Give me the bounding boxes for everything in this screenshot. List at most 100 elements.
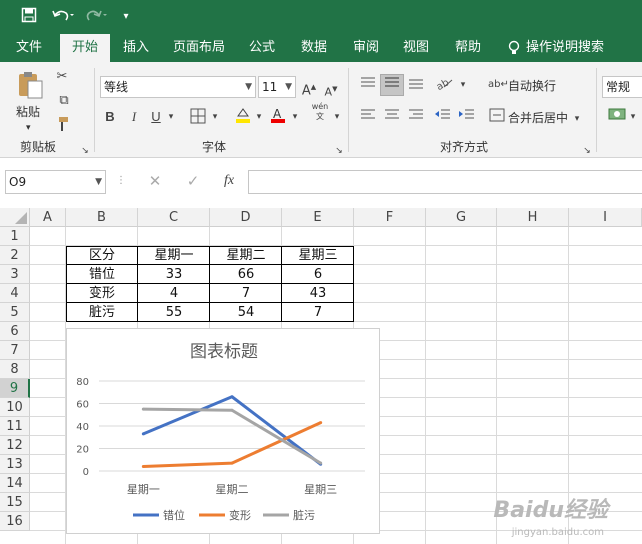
tab-file[interactable]: 文件 bbox=[8, 34, 50, 62]
chevron-down-icon[interactable]: ▾ bbox=[290, 108, 300, 126]
table-cell[interactable]: 55 bbox=[138, 303, 210, 322]
name-box[interactable]: O9 ▼ bbox=[5, 170, 106, 194]
table-cell[interactable]: 7 bbox=[282, 303, 354, 322]
copy-icon[interactable]: ⧉ bbox=[52, 92, 76, 110]
increase-font-icon[interactable]: A▲ bbox=[300, 78, 318, 100]
paste-dropdown-icon[interactable]: ▾ bbox=[26, 120, 31, 136]
tab-formulas[interactable]: 公式 bbox=[240, 34, 284, 62]
column-header-d[interactable]: D bbox=[210, 208, 282, 227]
table-cell[interactable]: 脏污 bbox=[66, 303, 138, 322]
chevron-down-icon[interactable]: ▾ bbox=[458, 76, 468, 94]
enter-icon[interactable]: ✓ bbox=[184, 172, 202, 190]
table-cell[interactable]: 66 bbox=[210, 265, 282, 284]
tab-review[interactable]: 审阅 bbox=[344, 34, 388, 62]
row-header-15[interactable]: 15 bbox=[0, 493, 30, 512]
column-header-f[interactable]: F bbox=[354, 208, 426, 227]
cut-icon[interactable]: ✂ bbox=[52, 68, 72, 86]
row-header-5[interactable]: 5 bbox=[0, 303, 30, 322]
borders-icon[interactable] bbox=[186, 108, 210, 130]
chevron-down-icon[interactable]: ▾ bbox=[166, 108, 176, 126]
table-cell[interactable]: 7 bbox=[210, 284, 282, 303]
merge-center-button[interactable]: 合并后居中 bbox=[508, 110, 568, 126]
decrease-font-icon[interactable]: A▼ bbox=[322, 80, 340, 102]
row-header-1[interactable]: 1 bbox=[0, 227, 30, 246]
column-header-b[interactable]: B bbox=[66, 208, 138, 227]
align-left-icon[interactable] bbox=[358, 108, 378, 128]
insert-function-button[interactable]: fx bbox=[220, 172, 238, 190]
row-header-12[interactable]: 12 bbox=[0, 436, 30, 455]
column-header-c[interactable]: C bbox=[138, 208, 210, 227]
table-header-cell[interactable]: 星期一 bbox=[138, 246, 210, 265]
fill-color-icon[interactable] bbox=[232, 106, 254, 130]
undo-icon[interactable] bbox=[50, 7, 76, 27]
row-header-2[interactable]: 2 bbox=[0, 246, 30, 265]
table-cell[interactable]: 错位 bbox=[66, 265, 138, 284]
row-header-13[interactable]: 13 bbox=[0, 455, 30, 474]
decrease-indent-icon[interactable] bbox=[432, 108, 452, 128]
column-header-e[interactable]: E bbox=[282, 208, 354, 227]
number-format-combo[interactable]: 常规 bbox=[602, 76, 642, 98]
tab-help[interactable]: 帮助 bbox=[446, 34, 490, 62]
row-header-11[interactable]: 11 bbox=[0, 417, 30, 436]
tab-view[interactable]: 视图 bbox=[394, 34, 438, 62]
table-cell[interactable]: 43 bbox=[282, 284, 354, 303]
format-painter-icon[interactable] bbox=[52, 116, 72, 138]
column-header-h[interactable]: H bbox=[497, 208, 569, 227]
save-icon[interactable] bbox=[18, 7, 40, 27]
chevron-down-icon[interactable]: ▾ bbox=[210, 108, 220, 126]
italic-button[interactable]: I bbox=[126, 108, 142, 126]
table-header-cell[interactable]: 区分 bbox=[66, 246, 138, 265]
increase-indent-icon[interactable] bbox=[456, 108, 476, 128]
phonetic-icon[interactable]: wén 文 bbox=[308, 102, 332, 122]
align-middle-icon[interactable] bbox=[380, 74, 404, 96]
bold-button[interactable]: B bbox=[102, 108, 118, 126]
row-header-3[interactable]: 3 bbox=[0, 265, 30, 284]
font-name-combo[interactable]: 等线 ▼ bbox=[100, 76, 256, 98]
resize-handle-icon[interactable]: ⋮ bbox=[116, 172, 126, 190]
tab-insert[interactable]: 插入 bbox=[114, 34, 158, 62]
tab-page-layout[interactable]: 页面布局 bbox=[166, 34, 232, 62]
table-cell[interactable]: 变形 bbox=[66, 284, 138, 303]
orientation-icon[interactable]: ab bbox=[432, 76, 456, 96]
line-chart[interactable]: 图表标题 0 20 40 60 80 星期一 星期二 星期三 错位 变形 脏污 bbox=[66, 328, 380, 534]
column-header-a[interactable]: A bbox=[30, 208, 66, 227]
column-header-g[interactable]: G bbox=[426, 208, 497, 227]
row-header-14[interactable]: 14 bbox=[0, 474, 30, 493]
column-header-i[interactable]: I bbox=[569, 208, 642, 227]
redo-icon[interactable] bbox=[84, 7, 110, 27]
table-cell[interactable]: 33 bbox=[138, 265, 210, 284]
table-cell[interactable]: 54 bbox=[210, 303, 282, 322]
wrap-text-icon[interactable]: ab↵ bbox=[488, 76, 509, 94]
row-header-8[interactable]: 8 bbox=[0, 360, 30, 379]
row-header-7[interactable]: 7 bbox=[0, 341, 30, 360]
merge-center-icon[interactable] bbox=[488, 108, 506, 128]
currency-format-icon[interactable] bbox=[606, 106, 628, 128]
font-color-icon[interactable]: A bbox=[268, 106, 288, 130]
chevron-down-icon[interactable]: ▾ bbox=[332, 108, 342, 126]
align-bottom-icon[interactable] bbox=[406, 76, 426, 96]
font-size-combo[interactable]: 11 ▼ bbox=[258, 76, 296, 98]
row-header-16[interactable]: 16 bbox=[0, 512, 30, 531]
align-top-icon[interactable] bbox=[358, 76, 378, 96]
tell-me-search[interactable]: 操作说明搜索 bbox=[526, 34, 616, 62]
row-header-10[interactable]: 10 bbox=[0, 398, 30, 417]
table-cell[interactable]: 6 bbox=[282, 265, 354, 284]
cancel-icon[interactable]: ✕ bbox=[146, 172, 164, 190]
chevron-down-icon[interactable]: ▾ bbox=[572, 110, 582, 128]
table-cell[interactable]: 4 bbox=[138, 284, 210, 303]
align-center-icon[interactable] bbox=[382, 108, 402, 128]
formula-input[interactable] bbox=[248, 170, 642, 194]
tab-data[interactable]: 数据 bbox=[292, 34, 336, 62]
customize-qat-icon[interactable]: ▾ bbox=[118, 7, 134, 27]
select-all-corner[interactable] bbox=[0, 208, 30, 227]
wrap-text-button[interactable]: 自动换行 bbox=[508, 78, 556, 94]
table-header-cell[interactable]: 星期三 bbox=[282, 246, 354, 265]
row-header-6[interactable]: 6 bbox=[0, 322, 30, 341]
table-header-cell[interactable]: 星期二 bbox=[210, 246, 282, 265]
paste-label[interactable]: 粘贴 bbox=[16, 104, 40, 120]
row-header-9[interactable]: 9 bbox=[0, 379, 30, 398]
chevron-down-icon[interactable]: ▾ bbox=[628, 108, 638, 126]
row-header-4[interactable]: 4 bbox=[0, 284, 30, 303]
chevron-down-icon[interactable]: ▾ bbox=[254, 108, 264, 126]
paste-icon[interactable] bbox=[14, 70, 48, 102]
